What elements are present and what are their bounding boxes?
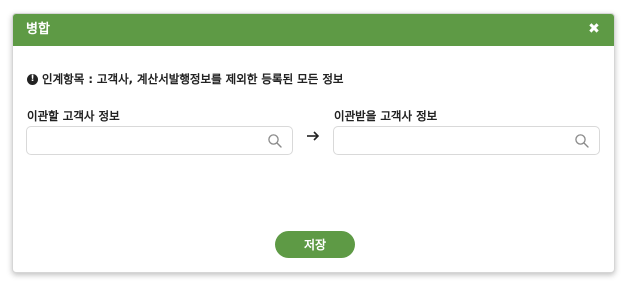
source-customer-input[interactable] [35,127,259,156]
arrow-right-icon [307,131,320,141]
info-note: ! 인계항목 : 고객사, 계산서발행정보를 제외한 등록된 모든 정보 [27,71,344,87]
source-customer-label: 이관할 고객사 정보 [27,109,120,123]
info-circle-icon: ! [27,73,38,85]
save-button[interactable]: 저장 [275,231,355,258]
dialog-title: 병합 [26,22,50,37]
source-customer-field [26,126,293,156]
info-text: 인계항목 : 고객사, 계산서발행정보를 제외한 등록된 모든 정보 [42,72,344,86]
search-icon[interactable] [574,133,590,149]
target-customer-field [333,126,600,156]
target-customer-input[interactable] [342,127,566,156]
search-icon[interactable] [267,133,283,149]
close-icon[interactable]: ✖ [587,21,601,37]
dialog-titlebar: 병합 ✖ [13,14,614,46]
merge-dialog: 병합 ✖ ! 인계항목 : 고객사, 계산서발행정보를 제외한 등록된 모든 정… [12,13,615,273]
target-customer-label: 이관받을 고객사 정보 [334,109,438,123]
